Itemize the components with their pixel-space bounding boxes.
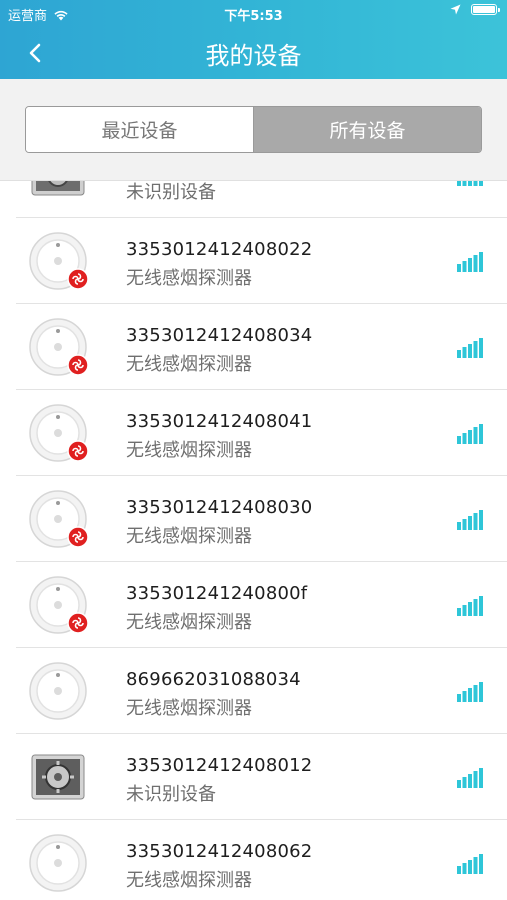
device-row[interactable]: 3353012412408041 无线感烟探测器 [0, 390, 507, 476]
offline-badge-icon [67, 526, 88, 548]
device-type: 未识别设备 [126, 182, 216, 203]
offline-badge-icon [67, 268, 88, 290]
smoke-detector-icon [29, 834, 87, 892]
device-segmented-control: 最近设备 所有设备 [25, 106, 482, 153]
signal-strength-icon [457, 854, 483, 874]
smoke-detector-icon [29, 490, 88, 548]
device-id: 3353012412408062 [126, 841, 313, 862]
app-header: 运营商 下午5:53 我的设备 [0, 0, 507, 79]
device-id: 3353012412408041 [126, 411, 313, 432]
signal-strength-icon [457, 510, 483, 530]
device-type: 无线感烟探测器 [126, 440, 252, 461]
device-id: 3353012412408022 [126, 239, 313, 260]
smoke-detector-icon [29, 404, 88, 462]
signal-strength-icon [457, 768, 483, 788]
device-type: 无线感烟探测器 [126, 698, 252, 719]
device-row[interactable]: 3353012412408022 无线感烟探测器 [0, 218, 507, 304]
device-id: 3353012412408030 [126, 497, 313, 518]
device-type: 无线感烟探测器 [126, 612, 252, 633]
device-type: 无线感烟探测器 [126, 354, 252, 375]
smoke-detector-icon [29, 318, 88, 376]
device-row[interactable]: 未识别设备 [0, 181, 507, 218]
tab-all-devices[interactable]: 所有设备 [254, 107, 481, 152]
device-row[interactable]: 3353012412408034 无线感烟探测器 [0, 304, 507, 390]
tab-recent-devices[interactable]: 最近设备 [26, 107, 254, 152]
smoke-detector-icon [29, 232, 88, 290]
device-id: 3353012412408034 [126, 325, 313, 346]
page-title: 我的设备 [205, 42, 302, 70]
status-right [450, 4, 500, 15]
device-row[interactable]: 3353012412408062 无线感烟探测器 [0, 820, 507, 900]
device-row[interactable]: 3353012412408030 无线感烟探测器 [0, 476, 507, 562]
smoke-detector-icon [29, 576, 88, 634]
offline-badge-icon [67, 354, 88, 376]
device-id: 869662031088034 [126, 669, 301, 690]
device-type: 无线感烟探测器 [126, 268, 252, 289]
device-id: 335301241240800f [126, 583, 308, 604]
signal-strength-icon [457, 424, 483, 444]
offline-badge-icon [67, 612, 88, 634]
device-type: 无线感烟探测器 [126, 870, 252, 891]
status-bar: 运营商 下午5:53 [0, 0, 507, 26]
device-row[interactable]: 335301241240800f 无线感烟探测器 [0, 562, 507, 648]
signal-strength-icon [457, 252, 483, 272]
battery-icon [471, 4, 500, 15]
segment-area: 最近设备 所有设备 [0, 79, 507, 181]
device-row[interactable]: 3353012412408012 未识别设备 [0, 734, 507, 820]
nav-bar: 我的设备 [0, 26, 507, 79]
status-time: 下午5:53 [224, 9, 283, 24]
signal-strength-icon [457, 596, 483, 616]
offline-badge-icon [67, 440, 88, 462]
signal-strength-icon [457, 682, 483, 702]
location-arrow-icon [450, 4, 461, 15]
device-row[interactable]: 869662031088034 无线感烟探测器 [0, 648, 507, 734]
smoke-detector-icon [29, 662, 87, 720]
gear-device-icon [31, 181, 85, 196]
device-list: 未识别设备 3353012412408022 无线感烟探测器 335301241… [0, 181, 507, 900]
signal-strength-icon [457, 338, 483, 358]
gear-device-icon [31, 754, 85, 800]
signal-strength-icon [457, 181, 483, 186]
device-type: 无线感烟探测器 [126, 526, 252, 547]
device-type: 未识别设备 [126, 784, 216, 805]
device-id: 3353012412408012 [126, 755, 313, 776]
